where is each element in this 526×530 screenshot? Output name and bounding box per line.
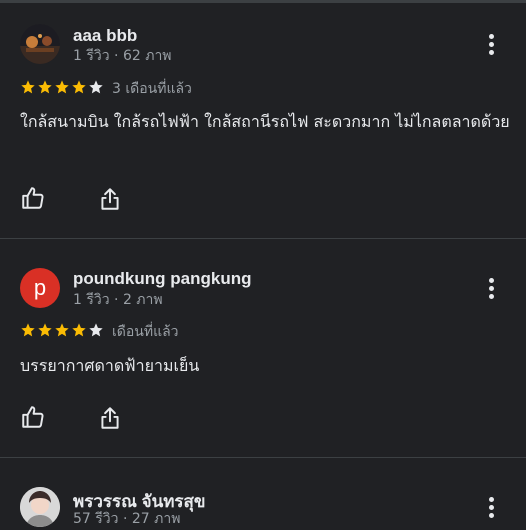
star-filled-icon <box>21 80 35 94</box>
star-filled-icon <box>38 323 52 337</box>
more-vert-icon[interactable] <box>482 32 502 56</box>
more-vert-icon[interactable] <box>482 495 502 519</box>
review-date: เดือนที่แล้ว <box>112 324 179 340</box>
share-icon[interactable] <box>97 186 123 212</box>
star-rating <box>20 322 104 338</box>
reviewer-meta[interactable]: 1 รีวิว · 62 ภาพ <box>73 45 172 67</box>
review-card: p poundkung pangkung 1 รีวิว · 2 ภาพ เดื… <box>0 239 526 457</box>
reviewer-meta[interactable]: 57 รีวิว · 27 ภาพ <box>73 508 180 530</box>
star-rating <box>20 79 104 95</box>
review-card: aaa bbb 1 รีวิว · 62 ภาพ 3 เดือนที่แล้ว … <box>0 0 526 238</box>
thumb-up-icon[interactable] <box>20 404 46 430</box>
review-date: 3 เดือนที่แล้ว <box>112 81 192 97</box>
review-card: พรวรรณ จันทรสุข 57 รีวิว · 27 ภาพ <box>0 458 526 527</box>
reviewer-name[interactable]: aaa bbb <box>73 26 137 46</box>
avatar-photo <box>20 487 60 527</box>
avatar[interactable]: p <box>20 268 60 308</box>
reviewer-meta[interactable]: 1 รีวิว · 2 ภาพ <box>73 289 163 311</box>
review-text[interactable]: ใกล้สนามบิน ใกล้รถไฟฟ้า ใกล้สถานีรถไฟ สะ… <box>20 108 510 136</box>
star-filled-icon <box>72 323 86 337</box>
avatar[interactable] <box>20 24 60 64</box>
star-filled-icon <box>21 323 35 337</box>
star-filled-icon <box>55 323 69 337</box>
more-vert-icon[interactable] <box>482 276 502 300</box>
star-empty-icon <box>89 323 103 337</box>
star-filled-icon <box>55 80 69 94</box>
reviewer-name[interactable]: poundkung pangkung <box>73 269 251 289</box>
avatar[interactable] <box>20 487 60 527</box>
share-icon[interactable] <box>97 405 123 431</box>
thumb-up-icon[interactable] <box>20 185 46 211</box>
star-empty-icon <box>89 80 103 94</box>
star-filled-icon <box>72 80 86 94</box>
star-filled-icon <box>38 80 52 94</box>
review-text[interactable]: บรรยากาศดาดฟ้ายามเย็น <box>20 352 510 380</box>
avatar-photo <box>20 24 60 64</box>
